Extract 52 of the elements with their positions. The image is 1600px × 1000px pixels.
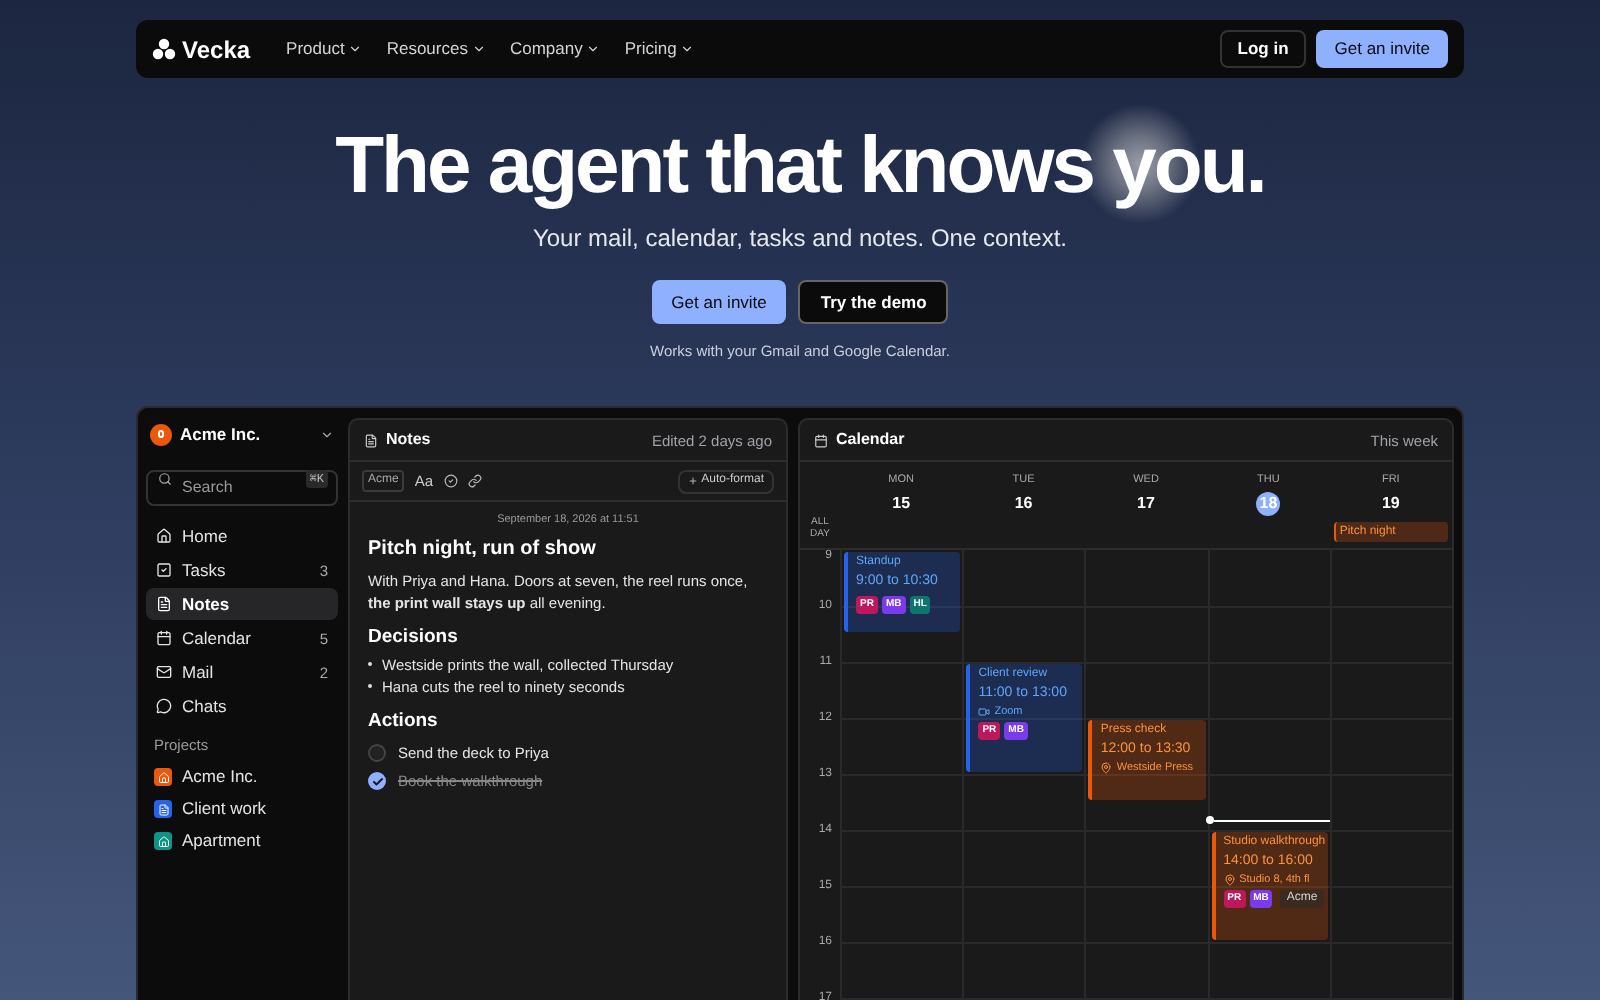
task-checkbox[interactable] [368,772,386,790]
workspace-name: Acme Inc. [180,421,261,448]
hero-subtitle: Your mail, calendar, tasks and notes. One context. [532,222,1068,256]
note-heading: Decisions [368,623,460,651]
mail-icon [156,664,172,681]
login-button[interactable]: Log in [1219,30,1307,68]
chevron-icon [471,42,486,56]
nav-menu-item[interactable]: Product [286,36,363,62]
task-checkbox[interactable] [368,744,386,762]
day-number[interactable]: 16 [1011,491,1036,515]
note-heading: Actions [368,707,440,736]
invite-button[interactable]: Get an invite [651,280,787,324]
checkbox-icon [156,562,172,579]
nav-menu-item[interactable]: Company [509,36,601,62]
project-item[interactable]: Client work [146,793,338,825]
chevron-icon [680,42,695,56]
note-title: Pitch night, run of show [368,535,598,563]
day-number[interactable]: 15 [889,491,914,515]
project-item[interactable]: Acme Inc. [146,761,338,793]
search-icon [158,471,172,486]
calendar-icon [156,630,172,647]
sidebar-item[interactable]: Chats [146,690,338,723]
link-icon[interactable] [467,474,482,489]
demo-button[interactable]: Try the demo [798,280,949,324]
hero-title: The agent that knows you. [335,120,1265,214]
day-number[interactable]: 17 [1134,491,1158,515]
invite-button[interactable]: Get an invite [1316,30,1448,68]
check-circle-icon[interactable] [443,474,458,489]
pin-icon [1100,761,1113,774]
chevron-icon [586,42,601,56]
chevron-icon [348,42,363,56]
sidebar-item[interactable]: Home [146,520,338,553]
chat-bubble-icon [156,698,172,715]
plus-icon [687,476,698,487]
nav-menu-item[interactable]: Pricing [624,36,695,62]
day-number[interactable]: 19 [1378,491,1403,515]
calendar-icon [814,433,828,448]
chevron-icon [320,427,334,442]
pin-icon [1223,873,1236,886]
nav-menu-item[interactable]: Resources [386,36,486,62]
sidebar-item[interactable]: Notes [146,588,338,621]
video-icon [978,705,991,718]
logo-icon [152,38,176,60]
panel-title: Calendar [836,428,905,453]
note-icon [364,433,378,448]
panel-title: Notes [386,428,431,453]
logo-text: Vecka [182,33,251,67]
home-icon [156,528,172,545]
project-item[interactable]: Apartment [146,825,338,857]
now-indicator [1205,816,1330,825]
workspace-icon [150,423,172,446]
document-icon [156,596,172,613]
